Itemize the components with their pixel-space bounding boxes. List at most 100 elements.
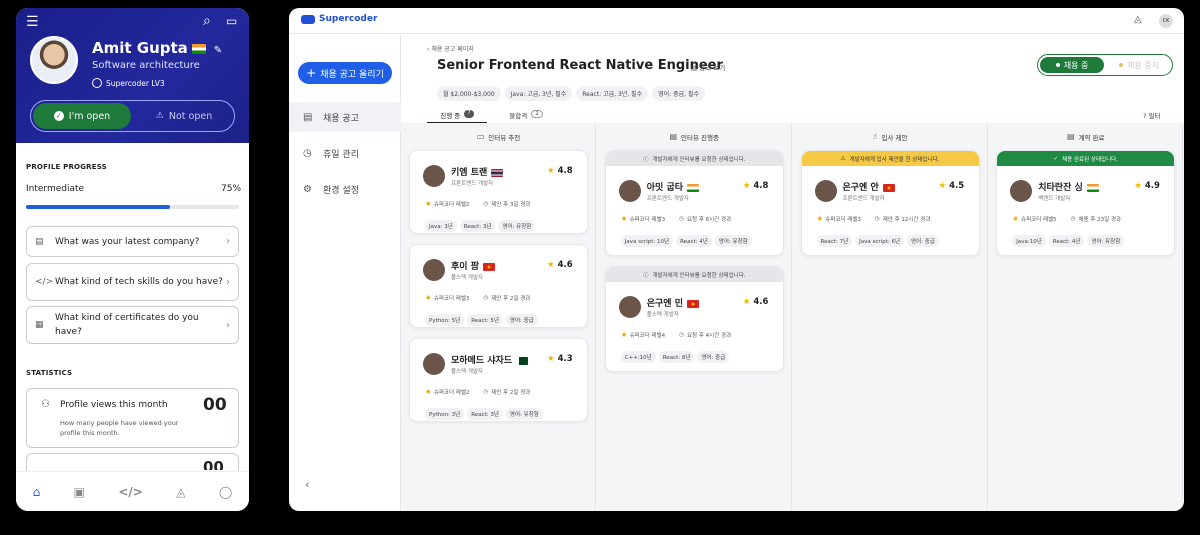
user-avatar[interactable]: CK: [1159, 14, 1173, 28]
candidate-name: 은구엔 민: [647, 296, 700, 309]
briefcase-icon[interactable]: ▣: [74, 485, 85, 499]
view-post-link[interactable]: ▤ 공고 보기: [691, 62, 725, 72]
thailand-flag-icon: [491, 168, 504, 177]
user-icon[interactable]: ◯: [219, 485, 232, 499]
not-open-button[interactable]: ⚠ Not open: [135, 103, 233, 129]
candidate-card[interactable]: ⓘ 개발자에게 인터뷰를 요청한 상태입니다. 아밋 굽타 ★ 4.8 프론트엔드 …: [604, 150, 784, 256]
status-banner: ✓ 채용 완료된 상태입니다.: [997, 151, 1175, 166]
contract-icon: ▤: [1066, 132, 1075, 141]
elapsed-time: ◷ 제안 후 2일 경과: [483, 389, 531, 396]
candidate-meta: ◉ 슈퍼코더 레벨2 ◷ 제안 후 2일 경과: [426, 388, 530, 396]
level-badge: ◉ 슈퍼코더 레벨4: [621, 332, 666, 339]
users-icon: ⚇: [41, 399, 50, 410]
candidate-card[interactable]: 후이 팜 ★ 4.6 풀스택 개발자 ◉ 슈퍼코더 레벨3 ◷ 제안 후 2일 경과 P…: [409, 244, 588, 328]
tab-count: 7: [464, 110, 474, 118]
elapsed-time: ◷ 제안 후 3일 경과: [483, 201, 531, 208]
vietnam-flag-icon: [882, 183, 895, 192]
bell-icon[interactable]: ◬: [176, 485, 185, 499]
candidate-meta: ◉ 슈퍼코더 레벨4 ◷ 요청 후 4시간 경과: [622, 331, 731, 339]
candidate-role: 풀스택 개발자: [646, 312, 679, 318]
skill-tags: C++:10년 React: 8년 영어: 중급: [620, 351, 730, 363]
skill-tag: 영어: 유창함: [505, 408, 543, 420]
menu-icon[interactable]: ☰: [26, 14, 39, 30]
home-icon[interactable]: ⌂: [33, 485, 41, 499]
candidate-avatar: [618, 296, 641, 318]
chat-icon[interactable]: ▭: [226, 14, 237, 28]
candidate-rating: ★ 4.6: [547, 260, 573, 270]
skill-tag: Java script: 10년: [620, 235, 674, 247]
hiring-on-button[interactable]: 채용 중: [1040, 57, 1104, 73]
candidate-rating: ★ 4.8: [547, 166, 573, 176]
clock-icon: ◷: [303, 147, 312, 159]
question-card[interactable]: ▤ What was your latest company? ›: [26, 226, 239, 257]
question-card[interactable]: ▦ What kind of certificates do you have? ›: [26, 306, 239, 344]
hiring-off-button[interactable]: 채용 중지: [1108, 57, 1170, 73]
skill-tags: Java:10년 React: 4년 영어: 유창함: [1012, 235, 1125, 247]
bottom-nav: ⌂ ▣ </> ◬ ◯: [16, 471, 249, 511]
breadcrumb[interactable]: ‹ 채용 공고 페이지: [427, 44, 474, 53]
candidate-card[interactable]: ✓ 채용 완료된 상태입니다. 치타란잔 싱 ★ 4.9 백엔드 개발자 ◉ 슈퍼코더…: [996, 150, 1176, 256]
skill-tag: React: 5년: [467, 314, 503, 326]
skill-tag: Java:10년: [1012, 235, 1046, 247]
kanban-column: ☝ 입사 제안 ⚠ 개발자에게 입사 제안을 한 상태입니다. 은구엔 안 ★ 4.5 …: [793, 123, 988, 511]
level-icon: ◉: [621, 216, 627, 222]
desktop-screen: Supercoder ◬ CK + 채용 공고 올리기 ▤ 채용 공고 ◷ 휴일 관리…: [289, 8, 1184, 511]
skill-tag: 영어: 유창함: [714, 235, 752, 247]
code-icon: </>: [35, 277, 54, 287]
tab-in-progress[interactable]: 진행 중7: [427, 110, 487, 123]
candidate-card[interactable]: ⓘ 개발자에게 인터뷰를 요청한 상태입니다. 은구엔 민 ★ 4.6 풀스택 개발…: [604, 266, 784, 372]
level-badge: ◉ 슈퍼코더 레벨3: [621, 216, 666, 223]
skill-tags: Java script: 10년 React: 4년 영어: 유창함: [620, 235, 752, 247]
mobile-screen: ☰ ⌕ ▭ Amit Gupta ✎ Software architecture …: [16, 8, 249, 511]
statistics-heading: STATISTICS: [26, 369, 73, 377]
progress-fill: [26, 205, 170, 209]
filter-icon: ?: [1143, 112, 1147, 120]
candidate-card[interactable]: ⚠ 개발자에게 입사 제안을 한 상태입니다. 은구엔 안 ★ 4.5 프론트엔드 …: [800, 150, 980, 256]
sidebar-item-settings[interactable]: ⚙ 환경 설정: [289, 174, 401, 204]
level-icon: ◉: [426, 389, 431, 395]
skill-tags: React: 7년 Java script: 6년 영어: 중급: [816, 235, 939, 247]
bell-icon[interactable]: ◬: [1134, 14, 1142, 25]
candidate-role: 프론트엔드 개발자: [646, 196, 689, 202]
skill-tag: C++:10년: [620, 351, 656, 363]
chevron-right-icon: ›: [226, 319, 230, 331]
post-job-button[interactable]: + 채용 공고 올리기: [298, 62, 392, 84]
candidate-avatar: [1010, 180, 1033, 202]
candidate-meta: ◉ 슈퍼코더 레벨3 ◷ 제안 후 2일 경과: [426, 294, 530, 302]
search-icon[interactable]: ⌕: [203, 13, 211, 29]
brand-logo[interactable]: Supercoder: [301, 14, 377, 24]
im-open-button[interactable]: ✓ I'm open: [33, 103, 131, 129]
clock-icon: ◷: [874, 216, 880, 222]
clock-icon: ◷: [679, 216, 684, 222]
top-bar: Supercoder ◬ CK: [289, 8, 1184, 34]
star-icon: ★: [1134, 181, 1142, 191]
profile-views-card: ⚇ Profile views this month 00 How many p…: [26, 388, 239, 448]
tab-rejected[interactable]: 불합격 2: [501, 110, 551, 123]
progress-percent: 75%: [221, 184, 242, 194]
availability-toggle: ✓ I'm open ⚠ Not open: [30, 100, 235, 132]
sidebar-item-job-posts[interactable]: ▤ 채용 공고: [289, 102, 401, 132]
stat-card-partial: 00: [26, 453, 239, 473]
star-icon: ★: [547, 166, 555, 176]
candidate-card[interactable]: 키엠 트랜 ★ 4.8 프론트엔드 개발자 ◉ 슈퍼코더 레벨2 ◷ 제안 후 3일 경…: [409, 150, 588, 234]
collapse-icon[interactable]: ‹: [305, 478, 309, 491]
candidate-card[interactable]: 모하메드 샤자드 ★ 4.3 풀스택 개발자 ◉ 슈퍼코더 레벨2 ◷ 제안 후 2일 …: [409, 338, 588, 422]
question-card[interactable]: </> What kind of tech skills do you have?…: [26, 263, 239, 301]
document-icon: ▤: [303, 111, 313, 123]
elapsed-time: ◷ 요청 후 6시간 경과: [679, 216, 732, 223]
kanban-column: ▭ 인터뷰 추천 키엠 트랜 ★ 4.8 프론트엔드 개발자 ◉ 슈퍼코더 레벨2 ◷ 제…: [401, 123, 596, 511]
candidate-role: 프론트엔드 개발자: [451, 181, 494, 187]
skill-tag: React: 4년: [676, 235, 712, 247]
status-banner: ⓘ 개발자에게 인터뷰를 요청한 상태입니다.: [605, 267, 783, 282]
profile-role: Software architecture: [92, 60, 200, 71]
candidate-name: 키엠 트랜: [451, 165, 504, 178]
edit-icon[interactable]: ✎: [214, 45, 222, 56]
clock-icon: ◷: [679, 332, 684, 338]
filter-button[interactable]: ? 필터: [1143, 110, 1161, 120]
code-icon[interactable]: </>: [118, 485, 143, 499]
info-icon: ⚠: [840, 155, 846, 162]
sidebar-item-holidays[interactable]: ◷ 휴일 관리: [289, 138, 401, 168]
level-icon: ◉: [1013, 216, 1019, 222]
document-icon: ▤: [691, 64, 698, 72]
candidate-rating: ★ 4.3: [547, 354, 573, 364]
